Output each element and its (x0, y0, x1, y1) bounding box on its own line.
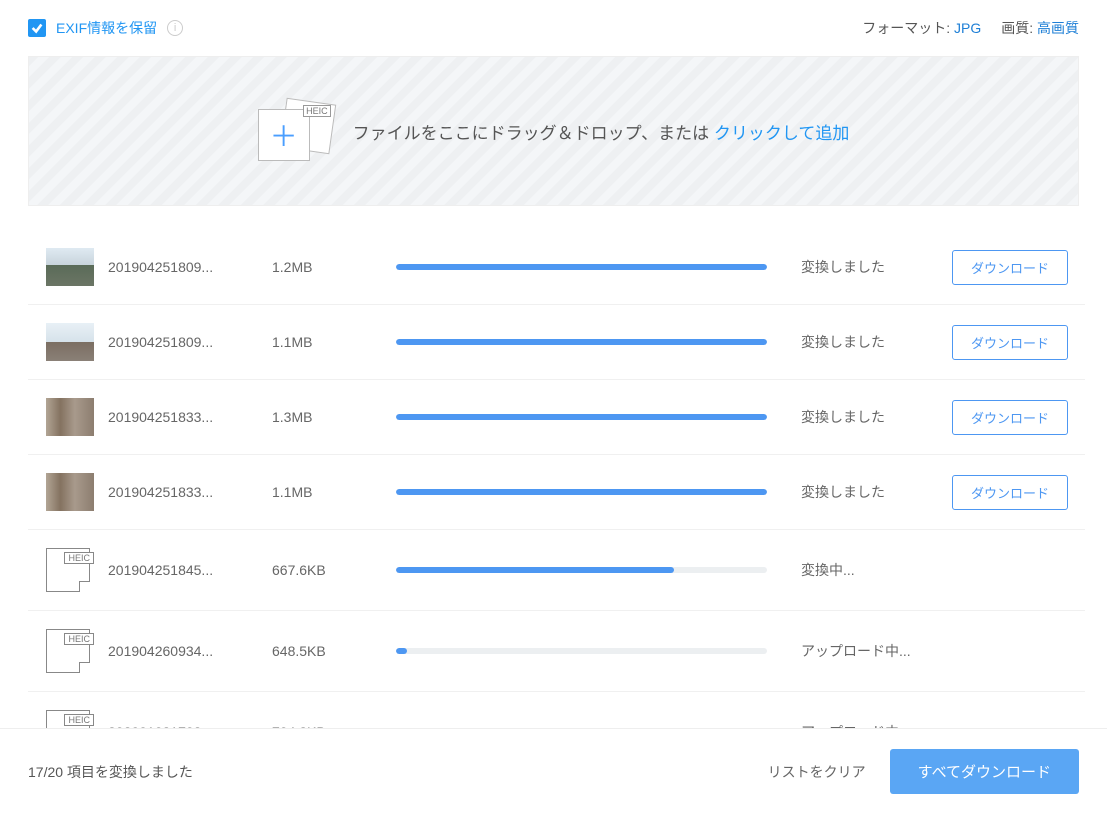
file-row: 201904251809... 1.2MB 変換しました ダウンロード (28, 230, 1085, 305)
file-row: 201904251833... 1.3MB 変換しました ダウンロード (28, 380, 1085, 455)
file-name: 201904251809... (108, 259, 258, 275)
file-status: 変換しました (801, 482, 931, 502)
clear-list-link[interactable]: リストをクリア (768, 762, 866, 782)
file-row: HEIC 202001081703... 704.8KB アップロード中... (28, 692, 1085, 728)
file-size: 648.5KB (272, 643, 382, 659)
download-button[interactable]: ダウンロード (952, 475, 1068, 510)
topbar-right: フォーマット: JPG 画質: 高画質 (862, 18, 1079, 38)
file-name: 201904251845... (108, 562, 258, 578)
action-cell: ダウンロード (945, 475, 1075, 510)
format-label: フォーマット: (862, 20, 950, 36)
file-size: 1.2MB (272, 259, 382, 275)
topbar: EXIF情報を保留 i フォーマット: JPG 画質: 高画質 (0, 0, 1107, 56)
file-status: アップロード中... (801, 722, 931, 728)
exif-checkbox[interactable] (28, 19, 46, 37)
dropzone[interactable]: ＋ HEIC ファイルをここにドラッグ＆ドロップ、または クリックして追加 (28, 56, 1079, 206)
download-button[interactable]: ダウンロード (952, 400, 1068, 435)
file-name: 201904260934... (108, 643, 258, 659)
download-all-button[interactable]: すべてダウンロード (890, 749, 1079, 794)
progress-bar (396, 339, 767, 345)
file-size: 1.1MB (272, 334, 382, 350)
quality-label: 画質: (1001, 20, 1033, 36)
progress-bar (396, 264, 767, 270)
dropzone-add-link[interactable]: クリックして追加 (714, 124, 850, 143)
footer-status: 17/20 項目を変換しました (28, 762, 193, 782)
progress-bar (396, 489, 767, 495)
file-size: 1.1MB (272, 484, 382, 500)
thumbnail (46, 323, 94, 361)
exif-label: EXIF情報を保留 (56, 18, 157, 38)
file-status: アップロード中... (801, 641, 931, 661)
action-cell: ダウンロード (945, 250, 1075, 285)
file-status: 変換中... (801, 560, 931, 580)
heic-file-icon: HEIC (46, 710, 94, 728)
file-status: 変換しました (801, 257, 931, 277)
footer: 17/20 項目を変換しました リストをクリア すべてダウンロード (0, 728, 1107, 814)
file-row: HEIC 201904251845... 667.6KB 変換中... (28, 530, 1085, 611)
dropzone-text: ファイルをここにドラッグ＆ドロップ、または クリックして追加 (353, 119, 850, 144)
download-button[interactable]: ダウンロード (952, 325, 1068, 360)
thumbnail (46, 473, 94, 511)
file-name: 201904251833... (108, 484, 258, 500)
heic-tag: HEIC (303, 105, 331, 117)
progress-bar (396, 567, 767, 573)
format-group: フォーマット: JPG (862, 18, 981, 38)
download-button[interactable]: ダウンロード (952, 250, 1068, 285)
file-name: 201904251809... (108, 334, 258, 350)
file-row: 201904251833... 1.1MB 変換しました ダウンロード (28, 455, 1085, 530)
file-status: 変換しました (801, 332, 931, 352)
action-cell: ダウンロード (945, 325, 1075, 360)
file-row: 201904251809... 1.1MB 変換しました ダウンロード (28, 305, 1085, 380)
heic-file-icon: HEIC (46, 629, 94, 673)
progress-bar (396, 414, 767, 420)
file-row: HEIC 201904260934... 648.5KB アップロード中... (28, 611, 1085, 692)
thumbnail (46, 248, 94, 286)
file-name: 201904251833... (108, 409, 258, 425)
heic-file-icon: HEIC (46, 548, 94, 592)
file-size: 667.6KB (272, 562, 382, 578)
plus-icon: ＋ (270, 115, 298, 155)
file-status: 変換しました (801, 407, 931, 427)
quality-group: 画質: 高画質 (1001, 18, 1079, 38)
progress-bar (396, 648, 767, 654)
quality-value[interactable]: 高画質 (1037, 20, 1079, 36)
thumbnail (46, 398, 94, 436)
file-size: 704.8KB (272, 724, 382, 728)
action-cell: ダウンロード (945, 400, 1075, 435)
topbar-left: EXIF情報を保留 i (28, 18, 183, 38)
file-list: 201904251809... 1.2MB 変換しました ダウンロード 2019… (28, 230, 1089, 728)
info-icon[interactable]: i (167, 20, 183, 36)
dropzone-file-icon: ＋ HEIC (258, 101, 333, 161)
footer-right: リストをクリア すべてダウンロード (768, 749, 1079, 794)
file-list-scroll[interactable]: 201904251809... 1.2MB 変換しました ダウンロード 2019… (28, 230, 1089, 728)
format-value[interactable]: JPG (954, 20, 981, 36)
file-name: 202001081703... (108, 724, 258, 728)
file-size: 1.3MB (272, 409, 382, 425)
